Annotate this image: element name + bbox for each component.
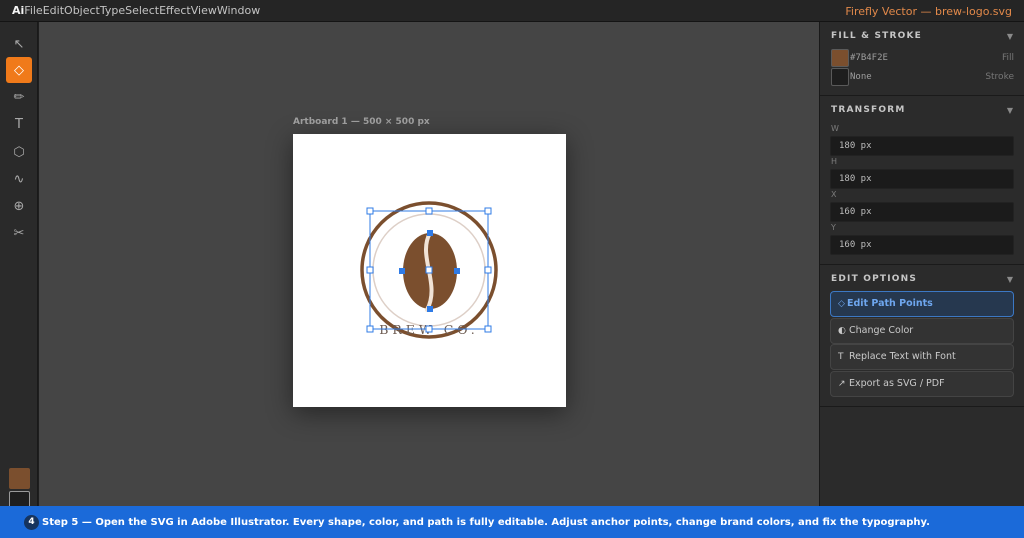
tools-panel: ↖ ◇ ✏ T ⬡ ∿ ⊕ ✂	[0, 22, 38, 512]
transform-heading: TRANSFORM	[831, 105, 906, 115]
properties-panel: FILL & STROKE ▼ #7B4F2E Fill None Stroke…	[819, 22, 1024, 506]
menu-object[interactable]: Object	[64, 4, 100, 17]
option-label: Export as SVG / PDF	[849, 378, 945, 389]
menu-edit[interactable]: Edit	[43, 4, 64, 17]
stroke-row[interactable]: None Stroke	[831, 68, 1014, 86]
menu-file[interactable]: File	[24, 4, 42, 17]
pen-tool-icon[interactable]: ✏	[6, 84, 32, 110]
fill-stroke-heading: FILL & STROKE	[831, 31, 923, 41]
menu-window[interactable]: Window	[217, 4, 260, 17]
anchor-point[interactable]	[427, 306, 433, 312]
type-icon: T	[838, 352, 844, 362]
option-label: Change Color	[849, 325, 914, 336]
option-label: Edit Path Points	[847, 298, 933, 309]
export-icon: ↗	[838, 379, 846, 389]
fill-label: Fill	[1001, 53, 1014, 63]
width-label: W	[831, 124, 839, 133]
transform-handle[interactable]	[366, 207, 374, 215]
fill-value: #7B4F2E	[850, 53, 888, 63]
transform-handle[interactable]	[484, 325, 492, 333]
menu-type[interactable]: Type	[100, 4, 125, 17]
menu-bar: Ai File Edit Object Type Select Effect V…	[0, 0, 1024, 22]
edit-options-heading: EDIT OPTIONS	[831, 274, 918, 284]
transform-handle[interactable]	[425, 207, 433, 215]
transform-section: TRANSFORM ▼ W 180 px H 180 px X 160 px Y…	[820, 96, 1024, 265]
transform-handle[interactable]	[484, 207, 492, 215]
stroke-color-swatch[interactable]	[831, 68, 849, 86]
type-tool-icon[interactable]: T	[6, 111, 32, 137]
replace-text-font-button[interactable]: T Replace Text with Font	[830, 344, 1014, 370]
selection-tool-icon[interactable]: ↖	[6, 31, 32, 57]
zoom-tool-icon[interactable]: ⊕	[6, 193, 32, 219]
scissors-tool-icon[interactable]: ✂	[6, 220, 32, 246]
color-icon: ◐	[838, 326, 846, 336]
height-field[interactable]: 180 px	[830, 169, 1014, 189]
y-label: Y	[831, 223, 836, 232]
menu-items: File Edit Object Type Select Effect View…	[24, 4, 260, 17]
document-title: Firefly Vector — brew-logo.svg	[845, 5, 1012, 18]
height-label: H	[831, 157, 838, 166]
chevron-down-icon[interactable]: ▼	[1007, 106, 1013, 115]
diamond-icon: ◇	[838, 299, 845, 309]
fill-row[interactable]: #7B4F2E Fill	[831, 49, 1014, 67]
artboard[interactable]: BREW CO.	[293, 134, 566, 407]
change-color-button[interactable]: ◐ Change Color	[830, 318, 1014, 344]
anchor-point[interactable]	[427, 230, 433, 236]
instruction-bar: 4 Step 5 — Open the SVG in Adobe Illustr…	[0, 506, 1024, 538]
anchor-point[interactable]	[399, 268, 405, 274]
app-logo: Ai	[12, 4, 25, 17]
logo-artwork[interactable]: BREW CO.	[293, 134, 566, 407]
anchor-point[interactable]	[454, 268, 460, 274]
x-label: X	[831, 190, 837, 199]
step-badge: 4	[24, 514, 39, 530]
stroke-label: Stroke	[985, 72, 1014, 82]
transform-handle[interactable]	[366, 325, 374, 333]
stroke-value: None	[850, 72, 872, 82]
transform-handle[interactable]	[366, 266, 374, 274]
x-position-field[interactable]: 160 px	[830, 202, 1014, 222]
y-position-field[interactable]: 160 px	[830, 235, 1014, 255]
edit-options-section: EDIT OPTIONS ▼ ◇ Edit Path Points ◐ Chan…	[820, 265, 1024, 407]
chevron-down-icon[interactable]: ▼	[1007, 275, 1013, 284]
chevron-down-icon[interactable]: ▼	[1007, 32, 1013, 41]
curvature-tool-icon[interactable]: ∿	[6, 166, 32, 192]
step-text: Step 5 — Open the SVG in Adobe Illustrat…	[42, 516, 930, 528]
export-svg-pdf-button[interactable]: ↗ Export as SVG / PDF	[830, 371, 1014, 397]
fill-stroke-section: FILL & STROKE ▼ #7B4F2E Fill None Stroke	[820, 22, 1024, 96]
width-field[interactable]: 180 px	[830, 136, 1014, 156]
fill-swatch[interactable]	[9, 468, 30, 489]
artboard-label: Artboard 1 — 500 × 500 px	[293, 117, 430, 127]
menu-view[interactable]: View	[191, 4, 217, 17]
option-label: Replace Text with Font	[849, 351, 956, 362]
transform-handle[interactable]	[425, 325, 433, 333]
shape-tool-icon[interactable]: ⬡	[6, 139, 32, 165]
canvas-area[interactable]: Artboard 1 — 500 × 500 px BREW CO.	[39, 22, 819, 506]
direct-selection-tool-icon[interactable]: ◇	[6, 57, 32, 83]
transform-handle[interactable]	[484, 266, 492, 274]
transform-handle[interactable]	[425, 266, 433, 274]
edit-path-points-button[interactable]: ◇ Edit Path Points	[830, 291, 1014, 317]
menu-effect[interactable]: Effect	[159, 4, 191, 17]
fill-color-swatch[interactable]	[831, 49, 849, 67]
menu-select[interactable]: Select	[125, 4, 159, 17]
